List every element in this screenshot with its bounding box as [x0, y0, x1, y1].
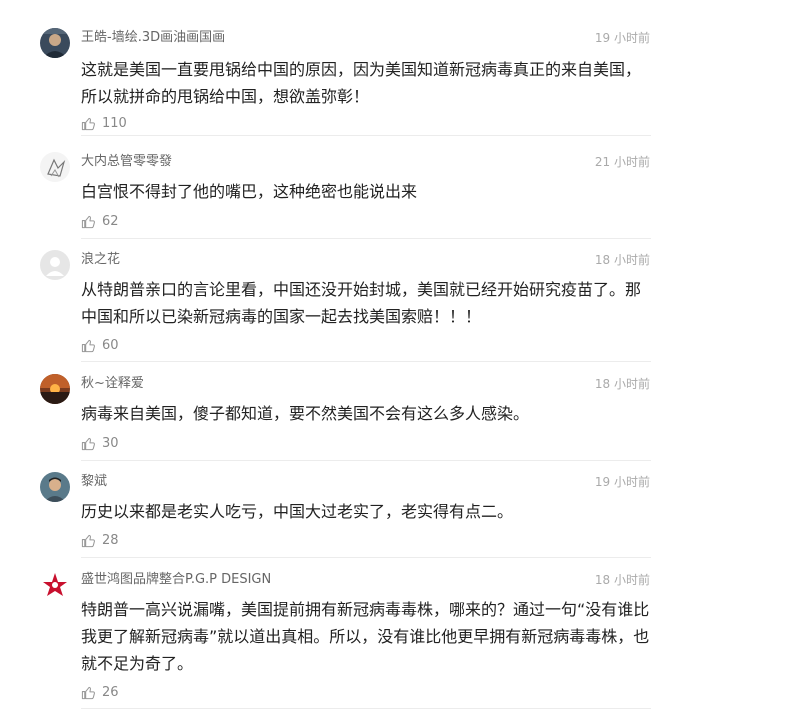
comment-text: 历史以来都是老实人吃亏，中国大过老实了，老实得有点二。	[81, 502, 514, 521]
comment-text: 白宫恨不得封了他的嘴巴，这种绝密也能说出来	[81, 182, 418, 201]
like-count: 28	[102, 532, 119, 548]
like-button[interactable]: 26	[81, 683, 119, 701]
comment-timestamp: 18 小时前	[594, 253, 650, 267]
thumbs-up-icon	[81, 534, 95, 547]
comment-username[interactable]: 王皓-墙绘.3D画油画国画	[81, 30, 225, 46]
comment-username[interactable]: 盛世鸿图品牌整合P.G.P DESIGN	[81, 572, 271, 588]
thumbs-up-icon	[81, 215, 95, 228]
avatar-photo-man-icon[interactable]	[40, 472, 70, 502]
like-button[interactable]: 62	[81, 212, 119, 230]
thumbs-up-icon	[81, 437, 95, 450]
comment-timestamp: 18 小时前	[594, 573, 650, 587]
comment-text: 特朗普一高兴说漏嘴，美国提前拥有新冠病毒毒株，哪来的？通过一句“没有谁比我更了解…	[81, 600, 650, 673]
like-button[interactable]: 30	[81, 434, 119, 452]
avatar-bird-sketch-icon[interactable]	[40, 152, 70, 182]
thumbs-up-icon	[81, 117, 95, 130]
divider	[81, 460, 651, 461]
divider	[81, 238, 651, 239]
comment-text: 病毒来自美国，傻子都知道，要不然美国不会有这么多人感染。	[81, 404, 530, 423]
comment-feed: 王皓-墙绘.3D画油画国画 19 小时前 这就是美国一直要甩锅给中国的原因，因为…	[0, 0, 806, 713]
like-count: 26	[102, 684, 119, 700]
thumbs-up-icon	[81, 686, 95, 699]
like-button[interactable]: 28	[81, 531, 119, 549]
divider	[81, 557, 651, 558]
comment-username[interactable]: 秋~诠释爱	[81, 376, 144, 392]
divider	[81, 135, 651, 136]
comment-text: 从特朗普亲口的言论里看，中国还没开始封城，美国就已经开始研究疫苗了。那中国和所以…	[81, 280, 642, 326]
avatar-red-star-logo-icon[interactable]	[40, 570, 70, 600]
divider	[81, 361, 651, 362]
comment-timestamp: 19 小时前	[594, 475, 650, 489]
like-button[interactable]: 110	[81, 114, 127, 132]
comment-username[interactable]: 浪之花	[81, 252, 120, 268]
avatar-sunset-icon[interactable]	[40, 374, 70, 404]
comment-timestamp: 18 小时前	[594, 377, 650, 391]
like-button[interactable]: 60	[81, 336, 119, 354]
avatar-photo-man-icon[interactable]	[40, 28, 70, 58]
divider	[81, 708, 651, 709]
comment-text: 这就是美国一直要甩锅给中国的原因，因为美国知道新冠病毒真正的来自美国，所以就拼命…	[81, 60, 642, 106]
avatar-default-icon[interactable]	[40, 250, 70, 280]
comment-username[interactable]: 黎斌	[81, 474, 107, 490]
like-count: 110	[102, 115, 127, 131]
like-count: 60	[102, 337, 119, 353]
thumbs-up-icon	[81, 339, 95, 352]
comment-username[interactable]: 大内总管零零發	[81, 154, 172, 170]
comment-timestamp: 21 小时前	[594, 155, 650, 169]
like-count: 62	[102, 213, 119, 229]
comment-timestamp: 19 小时前	[594, 31, 650, 45]
like-count: 30	[102, 435, 119, 451]
